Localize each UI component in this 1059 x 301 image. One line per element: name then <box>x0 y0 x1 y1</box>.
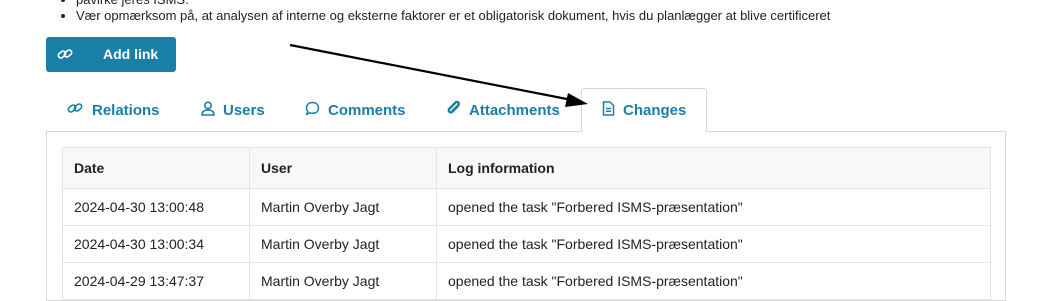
list-item: Vær opmærksom på, at analysen af interne… <box>76 8 830 24</box>
paperclip-icon <box>447 100 461 120</box>
tab-comments[interactable]: Comments <box>305 88 406 132</box>
add-link-label: Add link <box>103 46 159 62</box>
tab-label: Relations <box>92 101 160 119</box>
link-icon <box>56 46 74 65</box>
add-link-button[interactable]: Add link <box>46 37 176 72</box>
changes-panel: Date User Log information 2024-04-30 13:… <box>46 131 1006 301</box>
document-icon <box>602 101 615 120</box>
cell-date: 2024-04-30 13:00:34 <box>62 225 250 263</box>
column-header-date[interactable]: Date <box>62 147 250 189</box>
instruction-list: påvirke jeres ISMS. Vær opmærksom på, at… <box>62 0 830 24</box>
tab-relations[interactable]: Relations <box>67 88 160 132</box>
list-item: påvirke jeres ISMS. <box>76 0 830 8</box>
user-icon <box>201 100 215 120</box>
column-header-user[interactable]: User <box>249 147 437 189</box>
tab-changes[interactable]: Changes <box>581 88 708 133</box>
link-icon <box>67 101 84 119</box>
tab-attachments[interactable]: Attachments <box>447 88 560 132</box>
table-header-row: Date User Log information <box>62 147 991 189</box>
cell-log: opened the task "Forbered ISMS-præsentat… <box>436 188 991 226</box>
tab-label: Users <box>223 101 265 119</box>
table-row: 2024-04-30 13:00:48 Martin Overby Jagt o… <box>62 188 991 226</box>
changes-table: Date User Log information 2024-04-30 13:… <box>62 147 991 300</box>
table-row: 2024-04-30 13:00:34 Martin Overby Jagt o… <box>62 225 991 263</box>
cell-user: Martin Overby Jagt <box>249 225 437 263</box>
tab-users[interactable]: Users <box>201 88 265 132</box>
tab-label: Attachments <box>469 101 560 119</box>
cell-user: Martin Overby Jagt <box>249 188 437 226</box>
cell-user: Martin Overby Jagt <box>249 262 437 300</box>
cell-date: 2024-04-30 13:00:48 <box>62 188 250 226</box>
cell-log: opened the task "Forbered ISMS-præsentat… <box>436 262 991 300</box>
tab-label: Changes <box>623 102 687 119</box>
tab-label: Comments <box>328 101 406 119</box>
column-header-log[interactable]: Log information <box>436 147 991 189</box>
cell-date: 2024-04-29 13:47:37 <box>62 262 250 300</box>
table-row: 2024-04-29 13:47:37 Martin Overby Jagt o… <box>62 262 991 300</box>
tab-bar: Relations Users Comments Attachments Cha… <box>46 88 1006 133</box>
comment-icon <box>305 101 320 120</box>
cell-log: opened the task "Forbered ISMS-præsentat… <box>436 225 991 263</box>
